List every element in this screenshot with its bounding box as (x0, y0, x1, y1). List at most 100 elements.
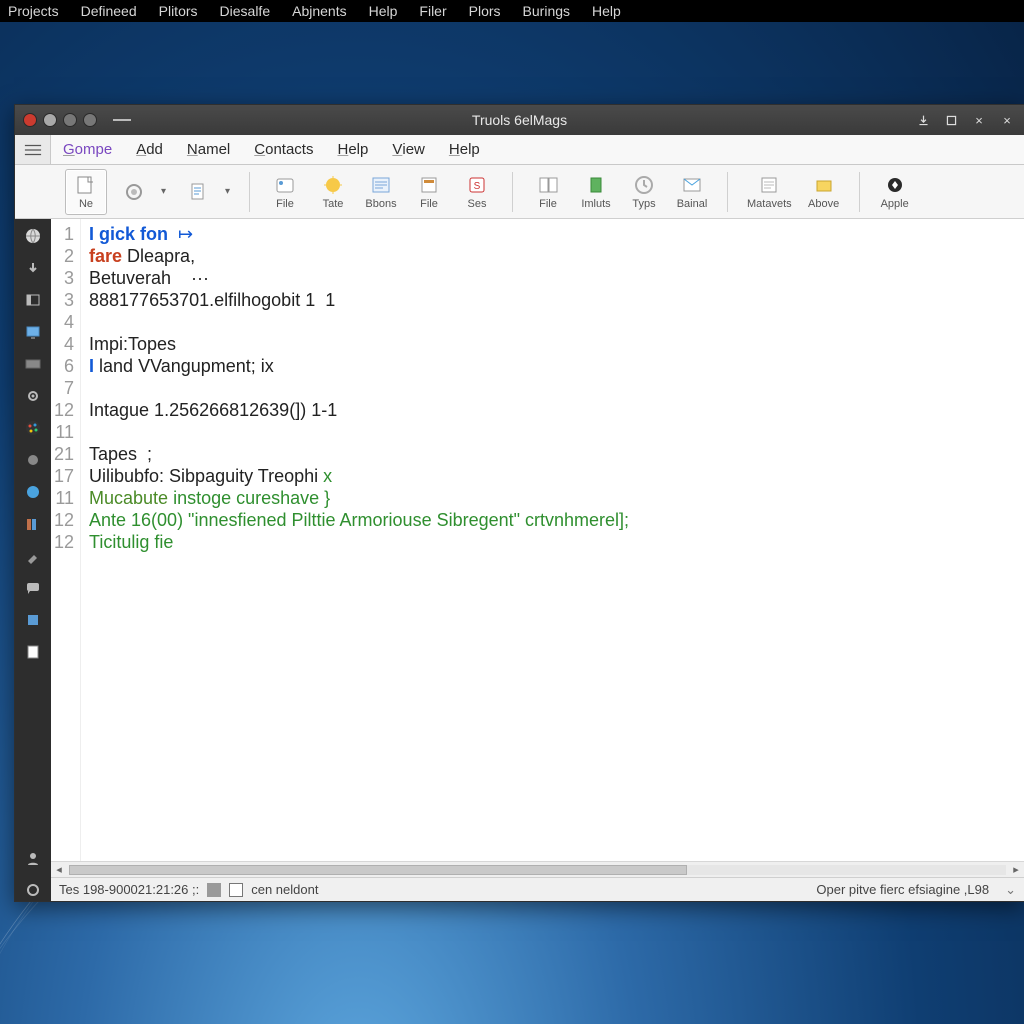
keyboard-icon[interactable] (22, 353, 44, 375)
horizontal-scrollbar[interactable]: ◂ ▸ (51, 861, 1024, 877)
svg-text:S: S (474, 181, 481, 192)
toolbar-typs-button[interactable]: Typs (623, 169, 665, 215)
box-icon[interactable] (22, 609, 44, 631)
code-line[interactable] (89, 377, 1018, 399)
code-line[interactable]: fare Dleapra, (89, 245, 1018, 267)
desktop-menu-plitors[interactable]: Plitors (159, 3, 198, 19)
scroll-track[interactable] (69, 865, 1006, 875)
note-icon[interactable] (22, 641, 44, 663)
desktop-menu-filer[interactable]: Filer (419, 3, 446, 19)
above-icon (813, 174, 835, 196)
books-icon[interactable] (22, 513, 44, 535)
code-line[interactable]: Betuverah ··· (89, 267, 1018, 289)
close-icon[interactable]: × (968, 111, 990, 129)
record-icon[interactable] (22, 449, 44, 471)
code-line[interactable]: Mucabute instoge cureshave } (89, 487, 1018, 509)
close2-icon[interactable]: × (996, 111, 1018, 129)
globe-icon[interactable] (22, 225, 44, 247)
code-line[interactable]: I land VVangupment; ix (89, 355, 1018, 377)
code-line[interactable]: 888177653701.elfilhogobit 1 1 (89, 289, 1018, 311)
toolbar-doc-button[interactable] (177, 169, 219, 215)
display-icon[interactable] (22, 321, 44, 343)
palette-icon[interactable] (22, 417, 44, 439)
titlebar[interactable]: Truols 6elMags × × (15, 105, 1024, 135)
toolbar-new-button[interactable]: Ne (65, 169, 107, 215)
toolbar-tate-button[interactable]: Tate (312, 169, 354, 215)
line-number: 2 (51, 245, 74, 267)
line-gutter: 1233446712112117111212 (51, 219, 81, 861)
toolbar-above-button[interactable]: Above (803, 169, 845, 215)
arrow-down-icon[interactable] (22, 257, 44, 279)
toolbar-matavets-button[interactable]: Matavets (742, 169, 797, 215)
toolbar-file3-button[interactable]: File (527, 169, 569, 215)
settings-icon[interactable] (22, 879, 44, 901)
desktop-menu-diesalfe[interactable]: Diesalfe (220, 3, 271, 19)
line-number: 21 (51, 443, 74, 465)
toolbar-file1-button[interactable]: File (264, 169, 306, 215)
status-box-icon (229, 883, 243, 897)
code-line[interactable]: I gick fon ↦ (89, 223, 1018, 245)
toolbar-file3-label: File (539, 198, 557, 210)
bbons-icon (370, 174, 392, 196)
toolbar-doc-dropdown-icon[interactable]: ▾ (225, 186, 235, 197)
window-min-icon[interactable] (43, 113, 57, 127)
scroll-right-icon[interactable]: ▸ (1008, 863, 1024, 876)
code-line[interactable]: Uilibubfo: Sibpaguity Treophi x (89, 465, 1018, 487)
toolbar-typs-label: Typs (632, 198, 655, 210)
desktop-menu-burings[interactable]: Burings (523, 3, 570, 19)
file3-icon (537, 174, 559, 196)
window-close-icon[interactable] (23, 113, 37, 127)
line-number: 6 (51, 355, 74, 377)
gear-icon[interactable] (22, 385, 44, 407)
code-area[interactable]: I gick fon ↦fare Dleapra,Betuverah ···88… (81, 219, 1024, 861)
sidebar-toggle-icon[interactable] (15, 135, 51, 164)
scroll-left-icon[interactable]: ◂ (51, 863, 67, 876)
imluts-icon (585, 174, 607, 196)
menu-contacts[interactable]: Contacts (242, 135, 325, 164)
new-icon (75, 174, 97, 196)
toolbar-link-dropdown-icon[interactable]: ▾ (161, 186, 171, 197)
menu-help[interactable]: Help (437, 135, 492, 164)
talk-icon[interactable] (22, 577, 44, 599)
toolbar-bbons-button[interactable]: Bbons (360, 169, 402, 215)
code-line[interactable]: Intague 1.256266812639(]) 1-1 (89, 399, 1018, 421)
code-line[interactable]: Impi:Topes (89, 333, 1018, 355)
scroll-thumb[interactable] (69, 865, 687, 875)
desktop-menu-abjnents[interactable]: Abjnents (292, 3, 346, 19)
toolbar-bainal-button[interactable]: Bainal (671, 169, 713, 215)
code-editor[interactable]: 1233446712112117111212 I gick fon ↦fare … (51, 219, 1024, 861)
toolbar-apple-button[interactable]: Apple (874, 169, 916, 215)
download-icon[interactable] (912, 111, 934, 129)
code-line[interactable]: Ticitulig fie (89, 531, 1018, 553)
code-line[interactable] (89, 311, 1018, 333)
menu-view[interactable]: View (380, 135, 437, 164)
desktop-menu-help[interactable]: Help (592, 3, 621, 19)
tool-icon[interactable] (22, 545, 44, 567)
code-line[interactable] (89, 421, 1018, 443)
menu-help[interactable]: Help (325, 135, 380, 164)
menu-add[interactable]: Add (124, 135, 175, 164)
desktop-menu-projects[interactable]: Projects (8, 3, 59, 19)
toolbar-imluts-button[interactable]: Imluts (575, 169, 617, 215)
window-dot-icon[interactable] (63, 113, 77, 127)
code-line[interactable]: Ante 16(00) "innesfiened Pilttie Armorio… (89, 509, 1018, 531)
toolbar-apple-label: Apple (881, 198, 909, 210)
desktop-menu-help[interactable]: Help (369, 3, 398, 19)
toolbar-ses-button[interactable]: SSes (456, 169, 498, 215)
desktop-menu-defineed[interactable]: Defineed (81, 3, 137, 19)
maximize-icon[interactable] (940, 111, 962, 129)
toolbar-file2-button[interactable]: File (408, 169, 450, 215)
editor-window: Truols 6elMags × × GompeAddNamelContacts… (14, 104, 1024, 902)
line-number: 4 (51, 311, 74, 333)
person-icon[interactable] (22, 847, 44, 869)
desktop-menu-plors[interactable]: Plors (469, 3, 501, 19)
code-line[interactable]: Tapes ; (89, 443, 1018, 465)
status-chevron-icon[interactable]: ⌄ (1005, 882, 1016, 898)
menu-namel[interactable]: Namel (175, 135, 242, 164)
menu-gompe[interactable]: Gompe (51, 135, 124, 164)
window-dot2-icon[interactable] (83, 113, 97, 127)
toolbar-link-button[interactable] (113, 169, 155, 215)
web-icon[interactable] (22, 481, 44, 503)
panel-icon[interactable] (22, 289, 44, 311)
toolbar-tate-label: Tate (323, 198, 344, 210)
